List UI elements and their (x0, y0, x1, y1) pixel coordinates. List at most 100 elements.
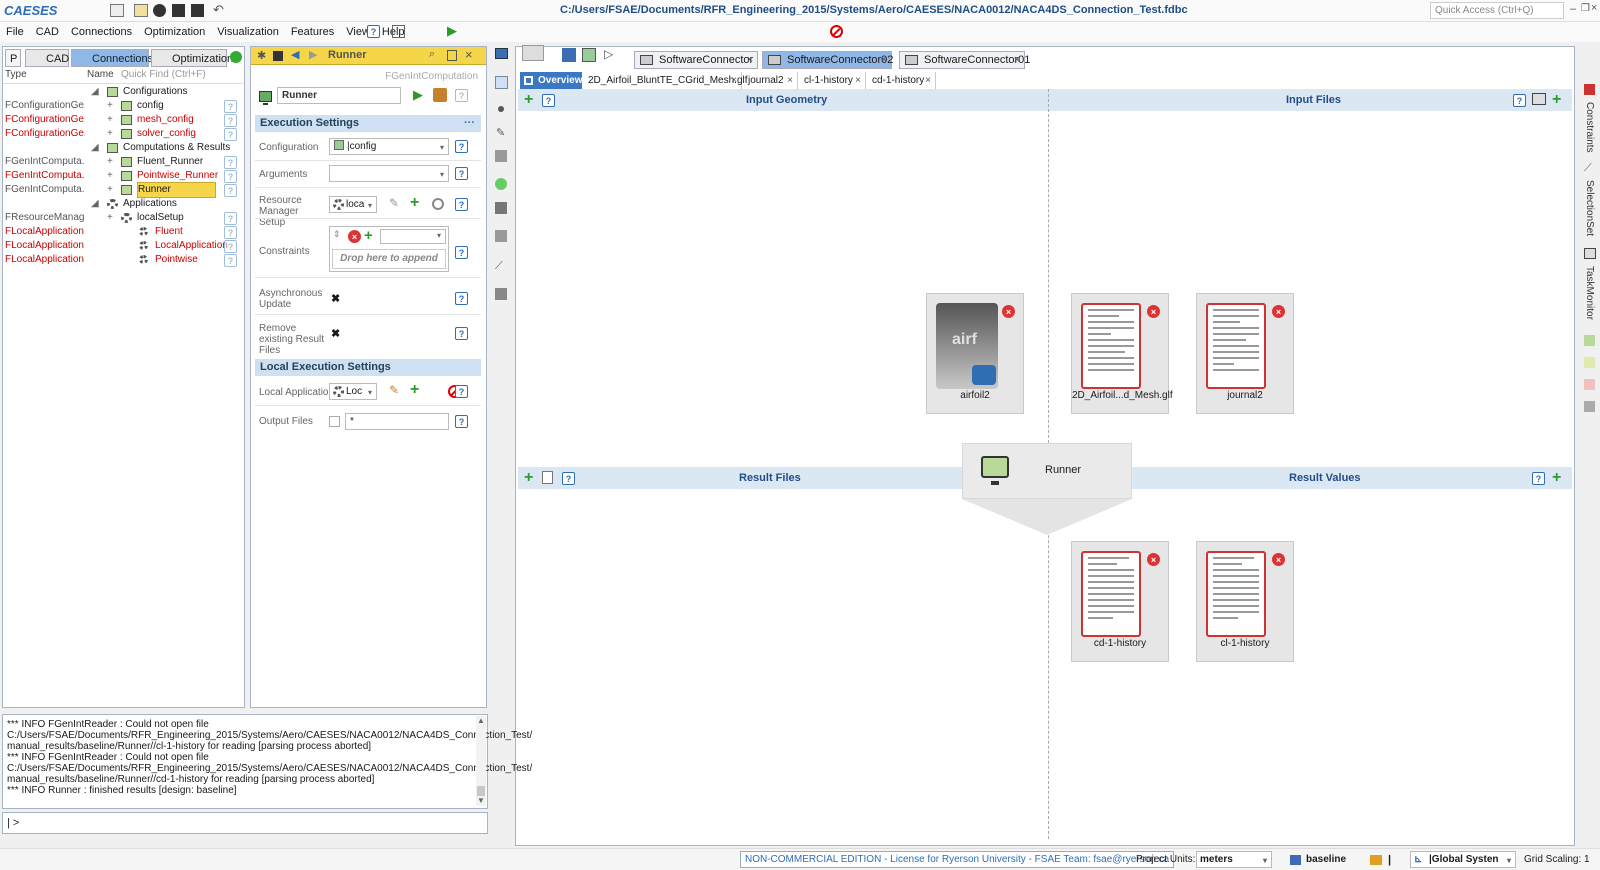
remove-input-icon[interactable]: × (1147, 305, 1160, 318)
measure-icon[interactable]: ⟋ (495, 260, 503, 273)
open-folder-icon[interactable] (134, 4, 148, 17)
tree-group[interactable]: ◢ Applications (3, 197, 243, 211)
tree-group[interactable]: ◢ Configurations (3, 85, 243, 99)
menu-connections[interactable]: Connections (65, 22, 138, 42)
save-icon[interactable] (172, 4, 185, 17)
project-units-select[interactable]: meters ▾ (1196, 851, 1272, 868)
expand-icon[interactable]: + (107, 127, 113, 141)
more-icon[interactable]: ··· (464, 115, 475, 132)
column-name[interactable]: Name (87, 69, 114, 80)
chevron-down-icon[interactable]: ▾ (1504, 853, 1514, 866)
tree-item[interactable]: FResourceManag... + localSetup? (3, 211, 243, 225)
tree-item[interactable]: FLocalApplication LocalApplication? (3, 239, 243, 253)
close-tab-icon[interactable]: × (747, 52, 753, 68)
close-tab-icon[interactable]: × (855, 72, 861, 89)
tree-item[interactable]: FLocalApplication Pointwise? (3, 253, 243, 267)
help-icon[interactable]: ? (367, 25, 380, 38)
side-tab-selectionset[interactable]: SelectionSet (1584, 180, 1595, 236)
chevron-down-icon[interactable]: ▾ (365, 385, 375, 398)
add-result-value-icon[interactable]: + (1552, 470, 1561, 486)
menu-cad[interactable]: CAD (30, 22, 65, 42)
help-icon[interactable]: ? (224, 254, 237, 267)
search-icon[interactable]: ⌕ (429, 48, 435, 61)
dock-icon-d[interactable] (1584, 401, 1595, 412)
run-runner-icon[interactable]: ▶ (413, 87, 423, 103)
tab-software-connector[interactable]: SoftwareConnector02 × (762, 51, 893, 69)
help-icon[interactable]: ? (542, 94, 555, 107)
menu-file[interactable]: File (0, 22, 30, 42)
pen-icon[interactable]: ✎ (496, 126, 505, 139)
stop-icon[interactable] (829, 25, 843, 38)
tab-file[interactable]: 2D_Airfoil_BluntTE_CGrid_Mesh.glf × (582, 72, 748, 89)
selection-dock-icon[interactable]: ⟋ (1584, 162, 1592, 175)
undo-icon[interactable]: ↶ (213, 2, 224, 18)
tree-item[interactable]: FConfigurationGe... + config? (3, 99, 243, 113)
tree-item[interactable]: FConfigurationGe... + solver_config? (3, 127, 243, 141)
result-file-tile[interactable]: × cd-1-history (1071, 541, 1169, 662)
tree-item[interactable]: FLocalApplication Fluent? (3, 225, 243, 239)
help-icon[interactable]: ? (455, 292, 468, 305)
tab-p[interactable]: P (5, 49, 21, 67)
drop-zone[interactable]: Drop here to append (332, 249, 446, 269)
add-input-geometry-icon[interactable]: + (524, 92, 533, 108)
help-icon[interactable]: ? (455, 385, 468, 398)
menu-visualization[interactable]: Visualization (211, 22, 285, 42)
dock-icon-c[interactable] (1584, 379, 1595, 390)
chevron-down-icon[interactable]: ▾ (365, 198, 375, 211)
constraint-select[interactable]: ▾ (380, 229, 446, 244)
tab-software-connector[interactable]: SoftwareConnector01 × (899, 51, 1030, 69)
help-icon[interactable]: ? (224, 170, 237, 183)
dock-icon-a[interactable] (1584, 335, 1595, 346)
tab-software-connector[interactable]: SoftwareConnector × (634, 51, 758, 69)
taskmonitor-dock-icon[interactable] (1584, 248, 1596, 259)
close-tab-icon[interactable]: × (731, 72, 737, 89)
select-icon[interactable] (495, 76, 508, 89)
help-icon[interactable]: ? (224, 240, 237, 253)
help-icon[interactable]: ? (455, 246, 468, 259)
local-execution-settings-header[interactable]: Local Execution Settings (255, 359, 481, 376)
help-icon[interactable]: ? (224, 184, 237, 197)
output-files-checkbox[interactable] (329, 416, 340, 427)
runner-node[interactable]: Runner (962, 443, 1132, 499)
help-icon[interactable]: ? (224, 156, 237, 169)
configuration-select[interactable]: |config ▾ (329, 138, 449, 155)
layer-icon[interactable] (495, 230, 507, 242)
async-update-checkbox[interactable]: ✖ (331, 292, 340, 305)
close-tab-icon[interactable]: × (925, 72, 931, 89)
forward-arrow-icon[interactable]: ▶ (309, 48, 317, 61)
tab-overview[interactable]: Overview (520, 72, 582, 89)
expand-icon[interactable]: + (107, 113, 113, 127)
help-icon[interactable]: ? (224, 100, 237, 113)
current-design[interactable]: baseline (1306, 849, 1346, 870)
tree-item[interactable]: FConfigurationGe... + mesh_config? (3, 113, 243, 127)
chevron-down-icon[interactable]: ▾ (434, 231, 444, 244)
add-icon[interactable]: + (410, 195, 419, 211)
tab-file[interactable]: cd-1-history × (866, 72, 936, 89)
add-constraint-icon[interactable]: + (364, 228, 373, 243)
result-file-tile[interactable]: × cl-1-history (1196, 541, 1294, 662)
help-icon[interactable]: ? (455, 89, 468, 102)
close-window-icon[interactable]: × (1591, 2, 1597, 14)
remove-input-icon[interactable]: × (1002, 305, 1015, 318)
add-icon[interactable]: + (410, 382, 419, 398)
log-scrollbar[interactable]: ▲ ▼ (476, 716, 486, 806)
execution-settings-header[interactable]: Execution Settings ··· (255, 115, 481, 132)
expand-icon[interactable]: + (107, 169, 113, 183)
output-files-field[interactable]: * (345, 413, 449, 430)
side-tab-taskmonitor[interactable]: TaskMonitor (1584, 266, 1595, 320)
help-icon[interactable]: ? (224, 226, 237, 239)
remove-input-icon[interactable]: × (1272, 305, 1285, 318)
quick-access-input[interactable]: Quick Access (Ctrl+Q) (1430, 2, 1564, 19)
back-arrow-icon[interactable]: ◀ (291, 48, 299, 61)
help-icon[interactable]: ? (455, 327, 468, 340)
chevron-down-icon[interactable]: ▾ (437, 167, 447, 180)
help-icon[interactable]: ? (224, 114, 237, 127)
runner-name-field[interactable]: Runner (277, 87, 401, 104)
chevron-down-icon[interactable]: ▾ (437, 140, 447, 153)
run-icon[interactable]: ▶ (447, 23, 457, 39)
close-panel-icon[interactable]: × (465, 47, 473, 62)
menu-features[interactable]: Features (285, 22, 340, 42)
minimize-icon[interactable]: – (1570, 3, 1576, 15)
folder-icon[interactable] (1370, 855, 1382, 865)
new-icon[interactable] (110, 4, 124, 17)
